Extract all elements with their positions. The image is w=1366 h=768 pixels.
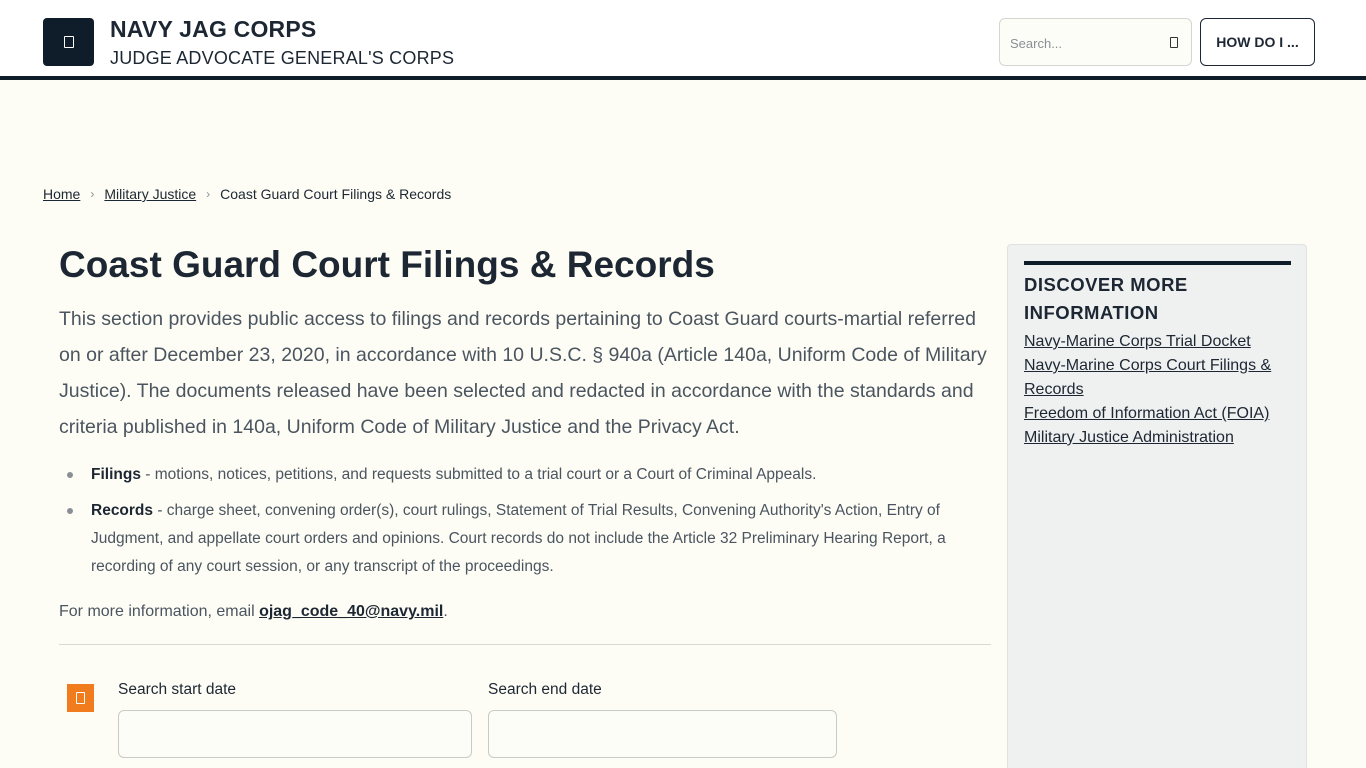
list-item: Navy-Marine Corps Trial Docket: [1024, 330, 1289, 354]
bullet-dot: [67, 472, 73, 478]
end-date-label: Search end date: [488, 681, 602, 698]
list-item: Filings - motions, notices, petitions, a…: [59, 461, 989, 489]
search-icon[interactable]: [1170, 37, 1178, 48]
site-header: NAVY JAG CORPS JUDGE ADVOCATE GENERAL'S …: [0, 0, 1366, 80]
email-link[interactable]: ojag_code_40@navy.mil: [259, 603, 443, 620]
more-info-text: For more information, email ojag_code_40…: [59, 603, 448, 621]
shield-icon[interactable]: [43, 18, 94, 66]
breadcrumb-military-justice[interactable]: Military Justice: [104, 186, 196, 202]
divider: [59, 644, 991, 645]
list-item-text: - motions, notices, petitions, and reque…: [140, 466, 817, 483]
filter-icon[interactable]: [67, 684, 94, 712]
definitions-list: Filings - motions, notices, petitions, a…: [59, 461, 989, 589]
site-subtitle: JUDGE ADVOCATE GENERAL'S CORPS: [110, 48, 455, 68]
list-item: Freedom of Information Act (FOIA): [1024, 402, 1289, 426]
more-info-suffix: .: [443, 603, 448, 620]
start-date-input[interactable]: [118, 710, 472, 758]
start-date-label: Search start date: [118, 681, 237, 698]
discover-more-sidebar: DISCOVER MORE INFORMATION Navy-Marine Co…: [1007, 244, 1307, 768]
breadcrumb: Home › Military Justice › Coast Guard Co…: [43, 186, 451, 202]
chevron-right-icon: ›: [206, 187, 211, 201]
list-item: Navy-Marine Corps Court Filings & Record…: [1024, 354, 1289, 402]
how-do-i-button[interactable]: HOW DO I ...: [1200, 18, 1315, 66]
page-title: Coast Guard Court Filings & Records: [59, 244, 715, 285]
sidebar-title: DISCOVER MORE INFORMATION: [1024, 274, 1188, 323]
site-title[interactable]: NAVY JAG CORPS: [110, 16, 316, 43]
bullet-dot: [67, 508, 73, 514]
link-court-filings-records[interactable]: Navy-Marine Corps Court Filings & Record…: [1024, 357, 1271, 398]
sidebar-links: Navy-Marine Corps Trial Docket Navy-Mari…: [1024, 330, 1289, 450]
list-item-term: Records: [91, 502, 154, 519]
intro-paragraph: This section provides public access to f…: [59, 308, 987, 438]
breadcrumb-home[interactable]: Home: [43, 186, 80, 202]
link-trial-docket[interactable]: Navy-Marine Corps Trial Docket: [1024, 333, 1251, 350]
link-foia[interactable]: Freedom of Information Act (FOIA): [1024, 405, 1269, 422]
list-item: Records - charge sheet, convening order(…: [59, 497, 989, 581]
list-item-term: Filings: [91, 466, 141, 483]
breadcrumb-current: Coast Guard Court Filings & Records: [220, 186, 452, 202]
list-item-text: - charge sheet, convening order(s), cour…: [91, 502, 946, 575]
filter-glyph: [76, 692, 85, 704]
chevron-right-icon: ›: [90, 187, 95, 201]
search-input[interactable]: [1010, 29, 1160, 57]
sidebar-accent-bar: [1024, 261, 1291, 265]
list-item: Military Justice Administration: [1024, 426, 1289, 450]
end-date-input[interactable]: [488, 710, 837, 758]
logo-glyph: [63, 36, 74, 48]
link-military-justice-admin[interactable]: Military Justice Administration: [1024, 429, 1234, 446]
search-box: [999, 18, 1192, 66]
more-info-prefix: For more information, email: [59, 603, 260, 620]
